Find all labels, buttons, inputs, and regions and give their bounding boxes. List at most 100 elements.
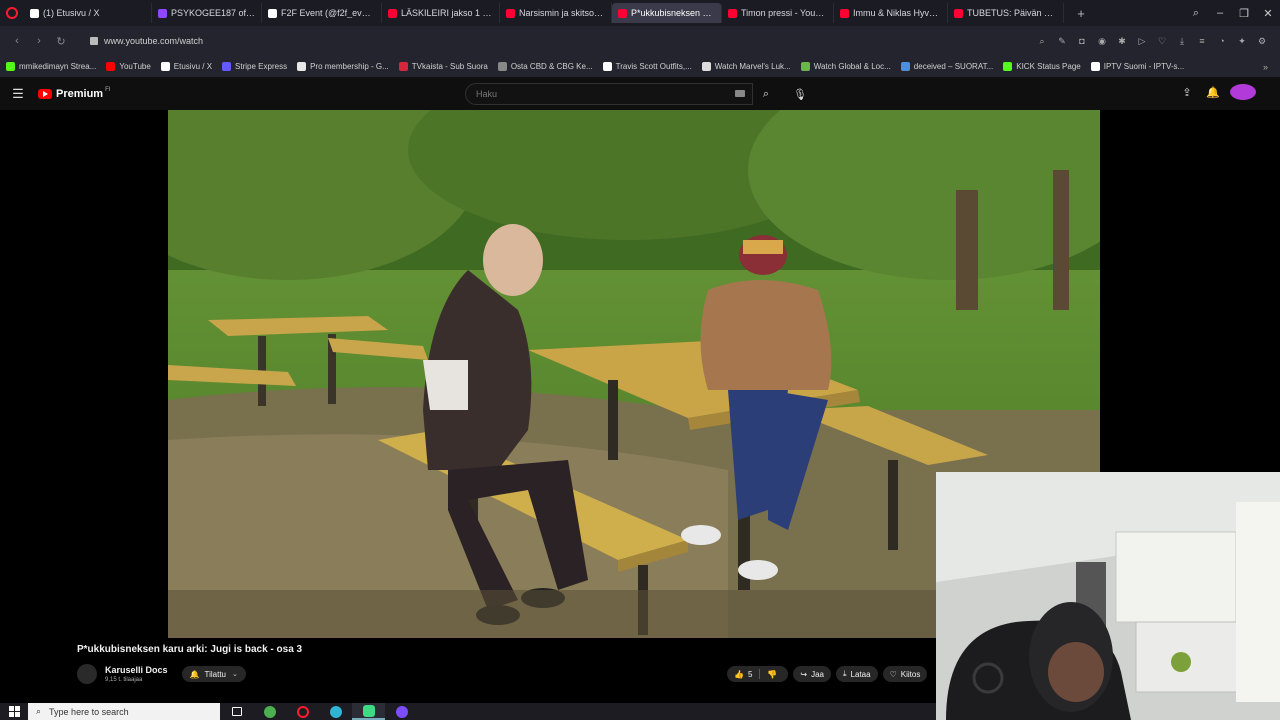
site-icon [900, 62, 910, 71]
reload-icon[interactable]: ↻ [50, 35, 72, 48]
bookmark[interactable]: Watch Global & Loc... [800, 62, 891, 71]
youtube-header: ☰ Premium FI ⌕ 🎙 ⇪ 🔔 [0, 78, 1280, 110]
search-input[interactable] [465, 83, 753, 105]
bookmark[interactable]: KICK Status Page [1003, 62, 1081, 71]
opera-gx-icon[interactable] [352, 703, 385, 720]
window-controls: ⌕ – ❐ ✕ [1184, 0, 1280, 26]
discord-icon[interactable] [385, 703, 418, 720]
bookmark[interactable]: mmikedimayn Strea... [6, 62, 96, 71]
kick-icon [1003, 62, 1013, 71]
restore-icon[interactable]: ❐ [1232, 7, 1256, 20]
bookmark[interactable]: YouTube [106, 62, 151, 71]
webcam-image [936, 472, 1280, 720]
channel-meta: Karuselli Docs 9,15 t. tilaajaa [105, 665, 168, 683]
bookmark[interactable]: Watch Marvel's Luk... [701, 62, 791, 71]
channel-avatar[interactable] [77, 664, 97, 684]
chrome-icon[interactable] [253, 703, 286, 720]
minimize-icon[interactable]: – [1208, 7, 1232, 19]
youtube-icon [388, 8, 397, 18]
search-button[interactable]: ⌕ [753, 83, 779, 105]
profile-icon[interactable]: ◔ [1212, 36, 1232, 46]
mic-icon[interactable]: 🎙 [789, 83, 811, 105]
youtube-icon [106, 62, 116, 71]
video-title: P*ukkubisneksen karu arki: Jugi is back … [77, 644, 303, 655]
bookmark[interactable]: deceived – SUORAT... [900, 62, 993, 71]
youtube-icon [954, 8, 963, 18]
menu-icon[interactable]: ☰ [0, 86, 36, 102]
tab-search-icon[interactable]: ⌕ [1184, 7, 1208, 20]
settings-icon[interactable]: ⚙ [1252, 36, 1272, 47]
channel-row: Karuselli Docs 9,15 t. tilaajaa 🔔 Tilatt… [77, 662, 246, 686]
thumbs-down-icon: 👎 [767, 669, 778, 679]
aria-icon[interactable]: ✦ [1232, 36, 1252, 47]
url-field[interactable]: www.youtube.com/watch [80, 30, 1032, 52]
channel-name[interactable]: Karuselli Docs [105, 665, 168, 675]
browser-tab[interactable]: Immu & Niklas Hyväriner [834, 3, 948, 23]
bookmark[interactable]: Stripe Express [222, 62, 287, 71]
browser-tab[interactable]: PSYKOGEE187 official (@ [152, 3, 262, 23]
thanks-icon: ♡ [889, 669, 897, 679]
thanks-button[interactable]: ♡ Kiitos [882, 666, 928, 682]
search-icon: ⌕ [36, 706, 42, 716]
search-bar: ⌕ 🎙 [465, 83, 811, 105]
x-logo-icon [30, 8, 39, 18]
download-icon: ⤓ [843, 669, 847, 678]
extension-icon[interactable]: ✱ [1112, 36, 1132, 47]
browser-tab[interactable]: LÄSKILEIRI jakso 1 Feat Te [382, 3, 500, 23]
search-icon[interactable]: ⌕ [1032, 36, 1052, 47]
keyboard-icon[interactable] [735, 90, 745, 97]
bookmark[interactable]: Etusivu / X [160, 62, 212, 71]
vpn-icon[interactable]: ◉ [1092, 36, 1112, 47]
task-view-icon[interactable] [220, 703, 253, 720]
android-icon [800, 62, 810, 71]
easy-setup-icon[interactable]: ≡ [1192, 36, 1212, 46]
bookmark[interactable]: TVkaista - Sub Suora [398, 62, 488, 71]
browser-tab[interactable]: (1) Etusivu / X [24, 3, 152, 23]
close-icon[interactable]: ✕ [1256, 7, 1280, 20]
screen: (1) Etusivu / X PSYKOGEE187 official (@ … [0, 0, 1280, 720]
bookmark[interactable]: IPTV Suomi - IPTV-s... [1090, 62, 1184, 71]
upload-icon[interactable]: ⇪ [1174, 86, 1200, 99]
new-tab-button[interactable]: + [1072, 4, 1090, 22]
bookmark[interactable]: Pro membership - G... [297, 62, 389, 71]
dislike-button[interactable]: 👎 [760, 666, 788, 682]
webcam-overlay [936, 472, 1280, 720]
back-icon[interactable]: ‹ [6, 35, 28, 47]
bell-icon[interactable]: 🔔 [1200, 86, 1226, 99]
avatar[interactable] [1230, 84, 1256, 100]
browser-tab[interactable]: TUBETUS: Päivän parhaat [948, 3, 1064, 23]
share-button[interactable]: ↪ Jaa [793, 666, 831, 682]
download-button[interactable]: ⤓ Lataa [836, 666, 878, 682]
browser-tab[interactable]: Narsismin ja skitsoidisuu [500, 3, 612, 23]
chevron-right-icon[interactable]: » [1263, 62, 1268, 72]
edge-icon[interactable] [319, 703, 352, 720]
tv-icon [398, 62, 408, 71]
browser-tab[interactable]: F2F Event (@f2f_event) | [262, 3, 382, 23]
windows-start-icon[interactable] [0, 703, 28, 720]
forward-icon[interactable]: › [28, 35, 50, 47]
opera-logo-icon[interactable] [0, 0, 24, 26]
bell-icon: 🔔 [189, 669, 200, 679]
heart-icon[interactable]: ♡ [1152, 36, 1172, 47]
lock-icon [90, 37, 98, 45]
player-icon[interactable]: ▷ [1132, 36, 1152, 47]
browser-tab-active[interactable]: P*ukkubisneksen kar [612, 3, 722, 23]
edit-icon[interactable]: ✎ [1052, 36, 1072, 47]
like-button[interactable]: 👍 5 [727, 666, 759, 682]
opera-icon[interactable] [286, 703, 319, 720]
bookmark[interactable]: Travis Scott Outfits,... [602, 62, 692, 71]
browser-tab[interactable]: Timon pressi - YouTube [722, 3, 834, 23]
youtube-icon [506, 8, 515, 18]
tiktok-icon [158, 8, 167, 18]
taskbar-search[interactable]: ⌕ Type here to search [28, 703, 220, 720]
stripe-icon [222, 62, 232, 71]
youtube-icon [618, 8, 627, 18]
share-icon: ↪ [800, 669, 808, 679]
globe-icon [497, 62, 507, 71]
youtube-premium-logo[interactable]: Premium FI [38, 87, 110, 100]
download-icon[interactable]: ⤓ [1172, 36, 1192, 47]
camera-icon[interactable]: ◘ [1072, 36, 1092, 46]
subscribe-button[interactable]: 🔔 Tilattu ⌄ [181, 666, 246, 682]
bookmark[interactable]: Osta CBD & CBG Ke... [497, 62, 593, 71]
windows-taskbar: ⌕ Type here to search [0, 703, 936, 720]
